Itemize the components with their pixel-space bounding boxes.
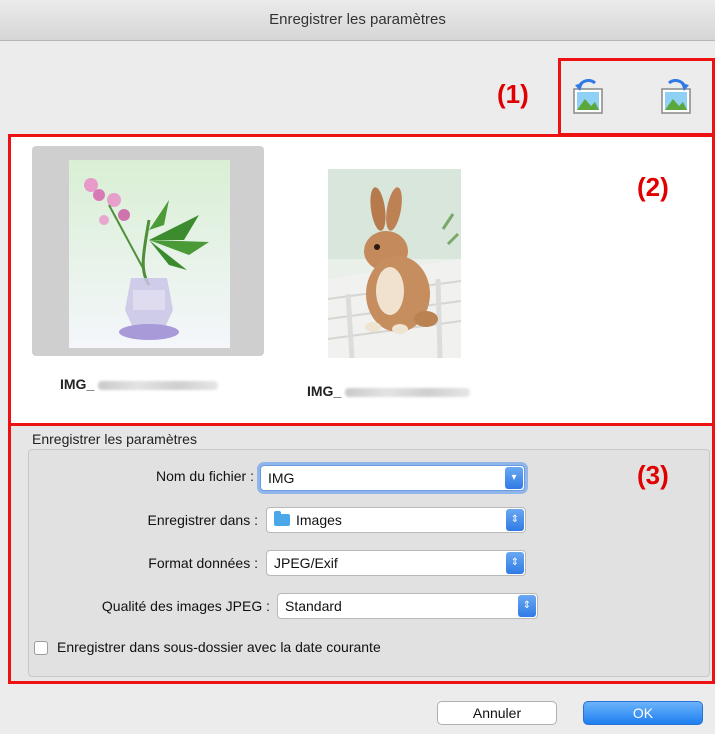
updown-arrows-icon: ⇕ bbox=[506, 509, 524, 531]
save-in-value: Images bbox=[296, 512, 342, 528]
jpeg-quality-select[interactable]: Standard ⇕ bbox=[277, 593, 538, 619]
rotate-left-icon[interactable] bbox=[569, 78, 609, 119]
file-name-value: IMG bbox=[268, 470, 295, 486]
file-name-combo[interactable]: IMG ▾ bbox=[260, 465, 525, 491]
updown-arrows-icon: ⇕ bbox=[506, 552, 524, 574]
thumbnail-name-2: IMG_ bbox=[307, 383, 471, 399]
jpeg-quality-value: Standard bbox=[285, 598, 342, 614]
rotate-right-icon[interactable] bbox=[655, 78, 695, 119]
callout-1: (1) bbox=[497, 79, 529, 109]
flower-vase-thumbnail[interactable] bbox=[69, 160, 230, 353]
callout-2: (2) bbox=[637, 172, 669, 202]
redacted-text bbox=[98, 380, 219, 390]
updown-arrows-icon: ⇕ bbox=[518, 595, 536, 617]
save-in-select[interactable]: Images ⇕ bbox=[266, 507, 526, 533]
subfolder-checkbox[interactable] bbox=[34, 641, 48, 655]
subfolder-label[interactable]: Enregistrer dans sous-dossier avec la da… bbox=[57, 639, 381, 655]
format-label: Format données : bbox=[148, 555, 258, 571]
cancel-button[interactable]: Annuler bbox=[437, 701, 557, 725]
redacted-text bbox=[345, 387, 471, 397]
window-title: Enregistrer les paramètres bbox=[0, 0, 715, 41]
file-name-label: Nom du fichier : bbox=[155, 468, 254, 484]
save-in-label: Enregistrer dans : bbox=[147, 512, 259, 528]
rabbit-thumbnail[interactable] bbox=[327, 169, 462, 363]
format-select[interactable]: JPEG/Exif ⇕ bbox=[266, 550, 526, 576]
thumbnail-name-1: IMG_ bbox=[60, 376, 219, 392]
callout-3: (3) bbox=[637, 460, 669, 490]
jpeg-quality-label: Qualité des images JPEG : bbox=[101, 598, 270, 614]
ok-button[interactable]: OK bbox=[583, 701, 703, 725]
chevron-down-icon[interactable]: ▾ bbox=[505, 467, 523, 489]
format-value: JPEG/Exif bbox=[274, 555, 338, 571]
folder-icon bbox=[274, 511, 290, 526]
